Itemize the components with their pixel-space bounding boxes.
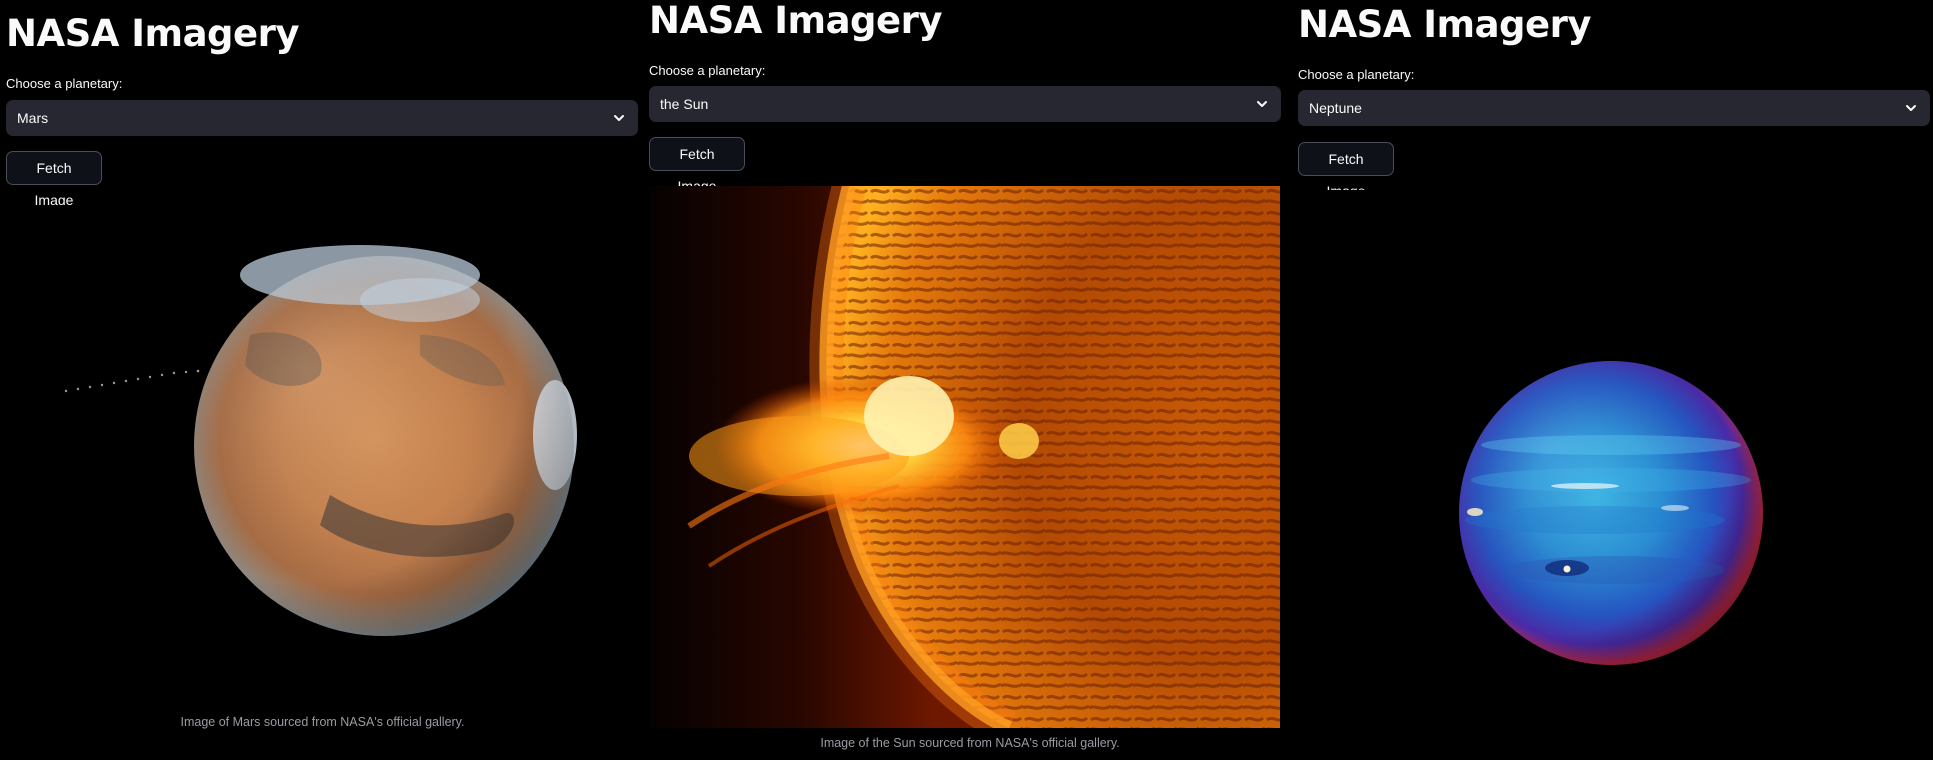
planet-select-value: Mars [17,110,49,126]
planet-select-value: Neptune [1309,100,1362,116]
panel-neptune: NASA Imagery Choose a planetary: Neptune… [1295,0,1933,760]
app-root: NASA Imagery Choose a planetary: Mars Fe… [0,0,1933,760]
sun-image [649,186,1280,728]
panel-mars: NASA Imagery Choose a planetary: Mars Fe… [0,0,645,760]
fetch-image-button[interactable]: Fetch Image [649,137,745,194]
neptune-image [1295,190,1933,690]
planet-select[interactable]: Neptune [1298,90,1930,126]
planet-select[interactable]: Mars [6,100,638,136]
chevron-down-icon [1906,105,1916,111]
planet-select-label: Choose a planetary: [649,63,766,78]
planet-select-value: the Sun [660,96,709,112]
image-caption: Image of the Sun sourced from NASA's off… [820,736,1120,750]
fetch-image-button[interactable]: Fetch Image [6,151,102,208]
fetch-image-button[interactable]: Fetch Image [1298,142,1394,199]
planet-select-label: Choose a planetary: [1298,67,1415,82]
page-title: NASA Imagery [649,0,943,42]
planet-select-label: Choose a planetary: [6,76,123,91]
mars-image [0,205,645,655]
page-title: NASA Imagery [1298,3,1592,46]
page-title: NASA Imagery [6,12,300,55]
chevron-down-icon [614,115,624,121]
planet-select[interactable]: the Sun [649,86,1281,122]
image-caption: Image of Mars sourced from NASA's offici… [180,715,465,729]
chevron-down-icon [1257,101,1267,107]
panel-sun: NASA Imagery Choose a planetary: the Sun… [645,0,1295,760]
